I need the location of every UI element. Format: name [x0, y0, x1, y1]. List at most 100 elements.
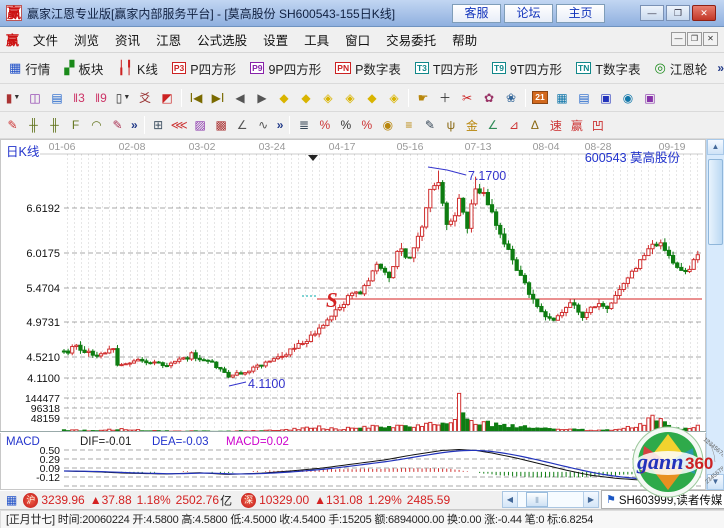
nav-pattern-search[interactable]: 爻 [134, 88, 156, 108]
nav-gann-diamond-lr[interactable]: ◈ [317, 88, 339, 108]
scroll-thumb[interactable] [708, 159, 723, 245]
draw-gann-grid-b[interactable]: ╫ [44, 116, 65, 135]
nav-scissors[interactable]: ✂ [456, 88, 478, 108]
draw-overflow-icon[interactable]: » [274, 118, 287, 132]
restore-button[interactable]: ❐ [666, 5, 690, 21]
ticker-box[interactable]: ⚑ SH603999,读者传媒 [601, 490, 724, 509]
nav-calculator[interactable]: ▦ [551, 88, 573, 108]
nav-report-book[interactable]: ▤ [573, 88, 595, 108]
draw-overflow-icon[interactable]: » [128, 118, 141, 132]
scroll-up-arrow[interactable]: ▲ [707, 139, 724, 155]
menu-item-9[interactable]: 帮助 [444, 27, 485, 52]
draw-zigzag[interactable]: ∿ [253, 116, 274, 135]
nav-next-bar[interactable]: ▶ [251, 88, 273, 108]
draw-price-bars[interactable]: ≣ [293, 116, 314, 135]
nav-gann-diamond-wide[interactable]: ◈ [339, 88, 361, 108]
draw-golden-section[interactable]: 金 [461, 116, 482, 135]
draw-speed-fan[interactable]: ⋘ [169, 116, 190, 135]
nav-calendar[interactable]: 21 [529, 88, 551, 108]
draw-angle-lines[interactable]: ∠ [232, 116, 253, 135]
menu-item-8[interactable]: 交易委托 [378, 27, 444, 52]
draw-fib-percent[interactable]: % [314, 116, 335, 135]
draw-gold-circle[interactable]: ◉ [377, 116, 398, 135]
scroll-down-arrow[interactable]: ▼ [707, 474, 724, 490]
nav-candle-type[interactable]: ▯▼ [112, 88, 134, 108]
tb1-9p-square[interactable]: P99P四方形 [243, 56, 328, 81]
draw-angle-j[interactable]: ∠ [482, 116, 503, 135]
tb1-9t-square[interactable]: T99T四方形 [485, 56, 569, 81]
draw-gann-box[interactable]: ⊞ [148, 116, 169, 135]
draw-yingjia-tool[interactable]: 赢 [566, 116, 587, 135]
nav-memo-note[interactable]: ▤ [46, 88, 68, 108]
draw-net-box[interactable]: ▩ [211, 116, 232, 135]
nav-first-page[interactable]: Ⅰ◀ [185, 88, 207, 108]
draw-split-lines[interactable]: ψ [440, 116, 461, 135]
nav-gann-diamond-ud[interactable]: ◆ [361, 88, 383, 108]
menu-item-1[interactable]: 浏览 [66, 27, 107, 52]
tb1-t-number-table[interactable]: TNT数字表 [569, 56, 647, 81]
draw-shaded-box[interactable]: ▨ [190, 116, 211, 135]
nav-gann-diamond-all[interactable]: ◈ [383, 88, 405, 108]
draw-percent[interactable]: % [335, 116, 356, 135]
tb1-sectors[interactable]: ▞板块 [57, 56, 110, 81]
menu-item-5[interactable]: 设置 [255, 27, 296, 52]
nav-crosshair[interactable]: ＋ [434, 88, 456, 108]
draw-gold-levels[interactable]: ≡ [398, 116, 419, 135]
quote-grid-icon[interactable]: ▦ [6, 493, 17, 507]
draw-brush[interactable]: ✎ [2, 116, 23, 135]
draw-gann-grid-f[interactable]: F [65, 116, 86, 135]
draw-gann-grid-a[interactable]: ╫ [23, 116, 44, 135]
nav-gann-diamond-right[interactable]: ◆ [295, 88, 317, 108]
hscroll-thumb[interactable]: ⦀ [526, 492, 548, 507]
scroll-left-arrow[interactable]: ◀ [503, 492, 518, 507]
tb1-t-square[interactable]: T3T四方形 [408, 56, 485, 81]
mdi-restore-button[interactable]: ❐ [687, 32, 702, 46]
nav-candle-style[interactable]: ▮▼ [2, 88, 24, 108]
minimize-button[interactable]: — [640, 5, 664, 21]
shenzhen-index-icon[interactable]: 深 [241, 493, 256, 508]
quick-button-1[interactable]: 论坛 [504, 4, 553, 23]
draw-brush-grid[interactable]: ✎ [107, 116, 128, 135]
horizontal-scrollbar[interactable]: ◀ ⦀ ▶ [502, 491, 599, 508]
nav-gann-diamond-left[interactable]: ◆ [273, 88, 295, 108]
draw-angle-f[interactable]: ⊿ [503, 116, 524, 135]
nav-drag-hand[interactable]: ☛ [412, 88, 434, 108]
tb1-quotes[interactable]: ▦行情 [2, 56, 57, 81]
nav-ornament-tool[interactable]: ❀ [500, 88, 522, 108]
nav-save-web[interactable]: ◉ [617, 88, 639, 108]
shanghai-index-icon[interactable]: 沪 [23, 493, 38, 508]
menu-item-2[interactable]: 资讯 [107, 27, 148, 52]
nav-mini-chart-9[interactable]: ‖9 [90, 88, 112, 108]
scroll-right-arrow[interactable]: ▶ [583, 492, 598, 507]
draw-measure-angle[interactable]: Δ [524, 116, 545, 135]
nav-pattern-tool[interactable]: ✿ [478, 88, 500, 108]
draw-note-bars[interactable]: ✎ [419, 116, 440, 135]
draw-arc-tool[interactable]: 凹 [587, 116, 608, 135]
menu-item-0[interactable]: 文件 [25, 27, 66, 52]
menu-item-7[interactable]: 窗口 [337, 27, 378, 52]
menu-item-4[interactable]: 公式选股 [189, 27, 255, 52]
draw-percent-levels[interactable]: % [356, 116, 377, 135]
nav-mini-chart-3[interactable]: ‖3 [68, 88, 90, 108]
nav-prev-bar[interactable]: ◀ [229, 88, 251, 108]
menu-item-3[interactable]: 江恩 [148, 27, 189, 52]
tb1-p-number-table[interactable]: PNP数字表 [328, 56, 408, 81]
quick-button-2[interactable]: 主页 [556, 4, 605, 23]
close-button[interactable]: ✕ [692, 5, 716, 21]
mdi-minimize-button[interactable]: — [671, 32, 686, 46]
nav-color-chart[interactable]: ◩ [156, 88, 178, 108]
quick-button-0[interactable]: 客服 [452, 4, 501, 23]
draw-speed-resistance[interactable]: 速 [545, 116, 566, 135]
nav-last-page[interactable]: ▶Ⅰ [207, 88, 229, 108]
nav-save[interactable]: ▣ [595, 88, 617, 108]
menu-item-6[interactable]: 工具 [296, 27, 337, 52]
nav-pattern-window[interactable]: ◫ [24, 88, 46, 108]
tb1-p-square[interactable]: P3P四方形 [165, 56, 243, 81]
tb1-gann-wheel[interactable]: ◎江恩轮 [648, 56, 715, 81]
tb1-kline[interactable]: ╽╿K线 [110, 56, 165, 81]
nav-archive[interactable]: ▣ [639, 88, 661, 108]
vertical-scrollbar[interactable]: ▲ ▼ [706, 139, 724, 490]
draw-gann-grid-arc[interactable]: ◠ [86, 116, 107, 135]
mdi-close-button[interactable]: ✕ [703, 32, 718, 46]
toolbar-overflow-icon[interactable]: » [714, 61, 724, 75]
